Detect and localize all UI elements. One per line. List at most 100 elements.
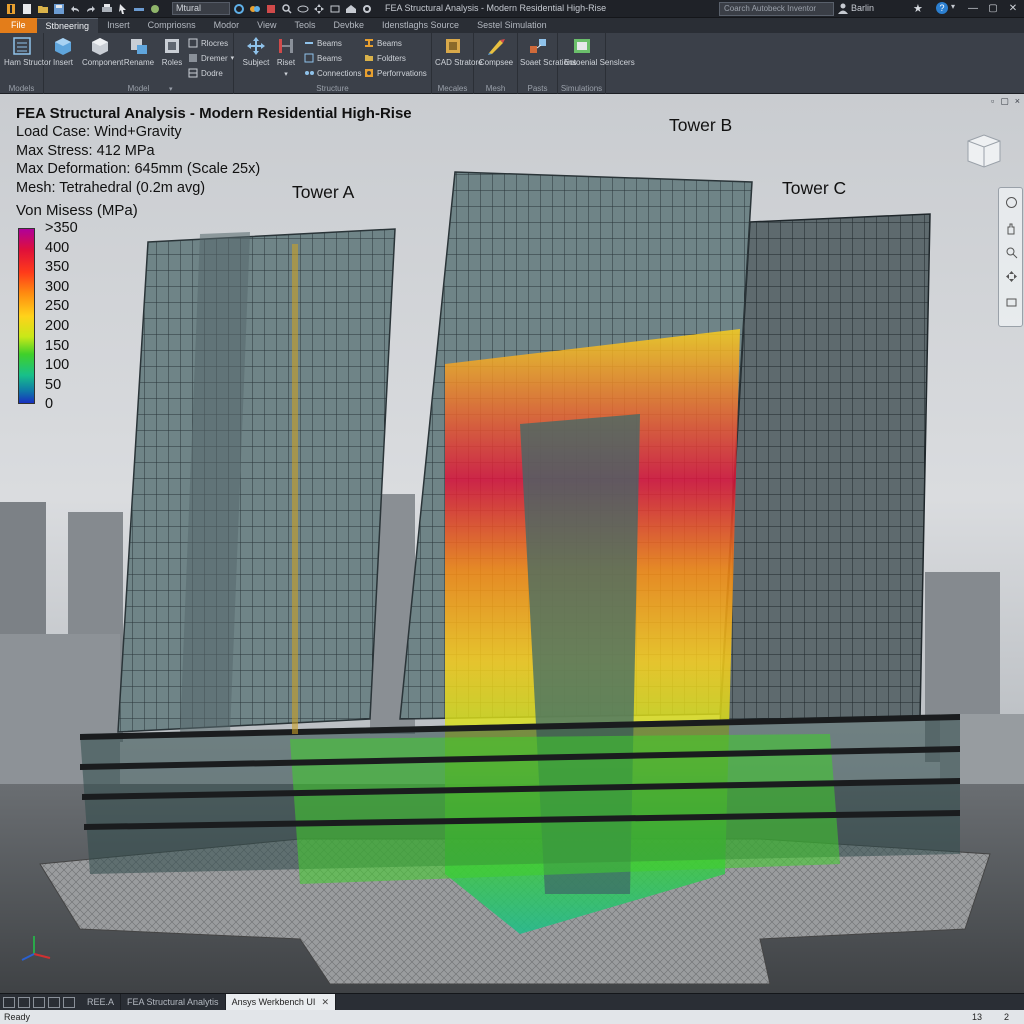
cad-stratore-button[interactable]: CAD Stratore [435,36,483,67]
appearance-icon[interactable] [248,3,262,15]
tower-b-label: Tower B [669,115,733,135]
riset-button[interactable]: Riset ▾ [268,36,304,79]
tab-file[interactable]: File [0,18,37,33]
material-icon[interactable] [148,3,162,15]
ribbon-group-mesh: Compsee Mesh [474,33,518,94]
dremer-label: Dremer [201,53,228,63]
tab-menu-icon[interactable] [63,996,75,1008]
perforrvations-button[interactable]: Perforrvations [364,67,427,79]
undo-icon[interactable] [68,3,82,15]
look-at-icon[interactable] [1005,296,1018,309]
compsee-button[interactable]: Compsee [478,36,514,67]
riset-dropdown-icon[interactable]: ▾ [284,71,288,78]
dremer-icon [189,54,197,62]
viewport-window-controls: ▫ ▢ × [991,96,1020,107]
select-icon[interactable] [116,3,130,15]
tab-comparisons[interactable]: Compriosns [139,18,205,33]
viewport-restore-button[interactable]: ▫ [991,96,994,107]
pan-hand-icon[interactable] [1005,222,1018,235]
navigation-bar [998,187,1023,327]
foldters-button[interactable]: Foldters [364,52,406,64]
look-at-icon[interactable] [328,3,342,15]
close-button[interactable]: ✕ [1005,1,1021,16]
tab-arrange-icon[interactable] [48,996,60,1008]
tab-simulation[interactable]: Sestel Simulation [468,18,556,33]
tab-device[interactable]: Devbke [324,18,373,33]
ribbon-group-models: Ham Structor Models [0,33,52,94]
pan-icon[interactable] [312,3,326,15]
beams-tertiary-button[interactable]: Beams [364,37,402,49]
dodre-button[interactable]: Dodre [188,67,223,79]
tab-insert[interactable]: Insert [98,18,139,33]
status-text: Ready [4,1012,31,1022]
minimize-button[interactable]: — [965,1,981,16]
dremer-button[interactable]: Dremer ▾ [188,52,234,64]
beams-secondary-button[interactable]: Beams [304,52,342,64]
tab-sources[interactable]: Idenstlaghs Source [373,18,468,33]
zoom-icon[interactable] [1005,246,1018,259]
tab-engineering[interactable]: Stbneering [36,18,99,33]
component-button[interactable]: Component [82,36,124,67]
color-override-icon[interactable] [264,3,278,15]
eotoenial-senslcers-button[interactable]: Eotoenial Senslcers [564,36,635,67]
search-input[interactable]: Coarch Autobeck Inventor [719,2,834,16]
tab-tools[interactable]: Teols [285,18,324,33]
redo-icon[interactable] [84,3,98,15]
model-group-dropdown-icon[interactable]: ▾ [169,85,173,93]
ribbon-group-label: Pasts [527,84,548,93]
soaet-scrations-button[interactable]: Soaet Scrations [520,36,576,67]
open-folder-icon[interactable] [36,3,50,15]
insert-button[interactable]: Insert [45,36,81,67]
viewport-maximize-button[interactable]: ▢ [1000,96,1009,107]
doc-tab[interactable]: REE.A [81,994,122,1010]
update-icon[interactable] [232,3,246,15]
tab-model[interactable]: Modor [205,18,249,33]
connections-button[interactable]: Connections [304,67,361,79]
tower-a-body [117,228,396,733]
ribbon-group-structure: Subject Riset ▾ Beams Beams Connections … [234,33,432,94]
orbit-icon[interactable] [296,3,310,15]
graphics-viewport[interactable]: ▫ ▢ × FEA Structural Analysis - Modern R… [0,94,1024,993]
tab-view[interactable]: View [248,18,285,33]
doc-tab[interactable]: FEA Structural Analytis [121,994,226,1010]
ribbon-group-simulations: Eotoenial Senslcers Simulations [558,33,635,94]
print-icon[interactable] [100,3,114,15]
tab-list-icon[interactable] [3,996,15,1008]
save-icon[interactable] [52,3,66,15]
component-cube-icon [92,38,108,55]
close-tab-icon[interactable]: ✕ [321,997,329,1007]
legend-labels: >350 400 350 300 250 200 150 100 50 0 [45,219,78,415]
favorites-star-icon[interactable]: ★ [913,2,923,15]
tower-c-label: Tower C [782,178,847,198]
new-file-icon[interactable] [20,3,34,15]
zoom-icon[interactable] [280,3,294,15]
tab-cascade-icon[interactable] [33,996,45,1008]
help-dropdown-icon[interactable]: ▾ [951,2,955,11]
doc-tab-active[interactable]: Ansys Werkbench UI ✕ [225,994,336,1010]
legend-label: 250 [45,298,70,315]
orbit-icon[interactable] [1005,270,1018,283]
component-label: Component [82,58,124,67]
rlocres-button[interactable]: Rlocres [188,37,228,49]
tab-tile-icon[interactable] [18,996,30,1008]
ham-structor-button[interactable]: Ham Structor [4,36,52,67]
ham-structor-label: Ham Structor [4,58,52,67]
user-name[interactable]: Barlin [851,3,874,13]
settings-icon[interactable] [360,3,374,15]
rename-button[interactable]: Rename [121,36,157,67]
maximize-button[interactable]: ▢ [985,1,1001,16]
home-view-icon[interactable] [344,3,358,15]
viewcube-icon[interactable] [964,131,1004,169]
viewport-close-button[interactable]: × [1015,96,1020,107]
doc-tab-label: Ansys Werkbench UI [231,997,316,1007]
workspace-select[interactable]: Mtural [172,2,230,15]
steering-wheel-icon[interactable] [1005,196,1018,209]
roles-button[interactable]: Roles [154,36,190,67]
app-logo-icon[interactable] [4,3,18,15]
user-icon[interactable] [838,3,848,14]
beams-button[interactable]: Beams [304,37,342,49]
help-icon[interactable]: ? [936,2,948,14]
ribbon-group-label: Model [127,84,150,93]
riset-label: Riset [276,58,296,67]
measure-icon[interactable] [132,3,146,15]
